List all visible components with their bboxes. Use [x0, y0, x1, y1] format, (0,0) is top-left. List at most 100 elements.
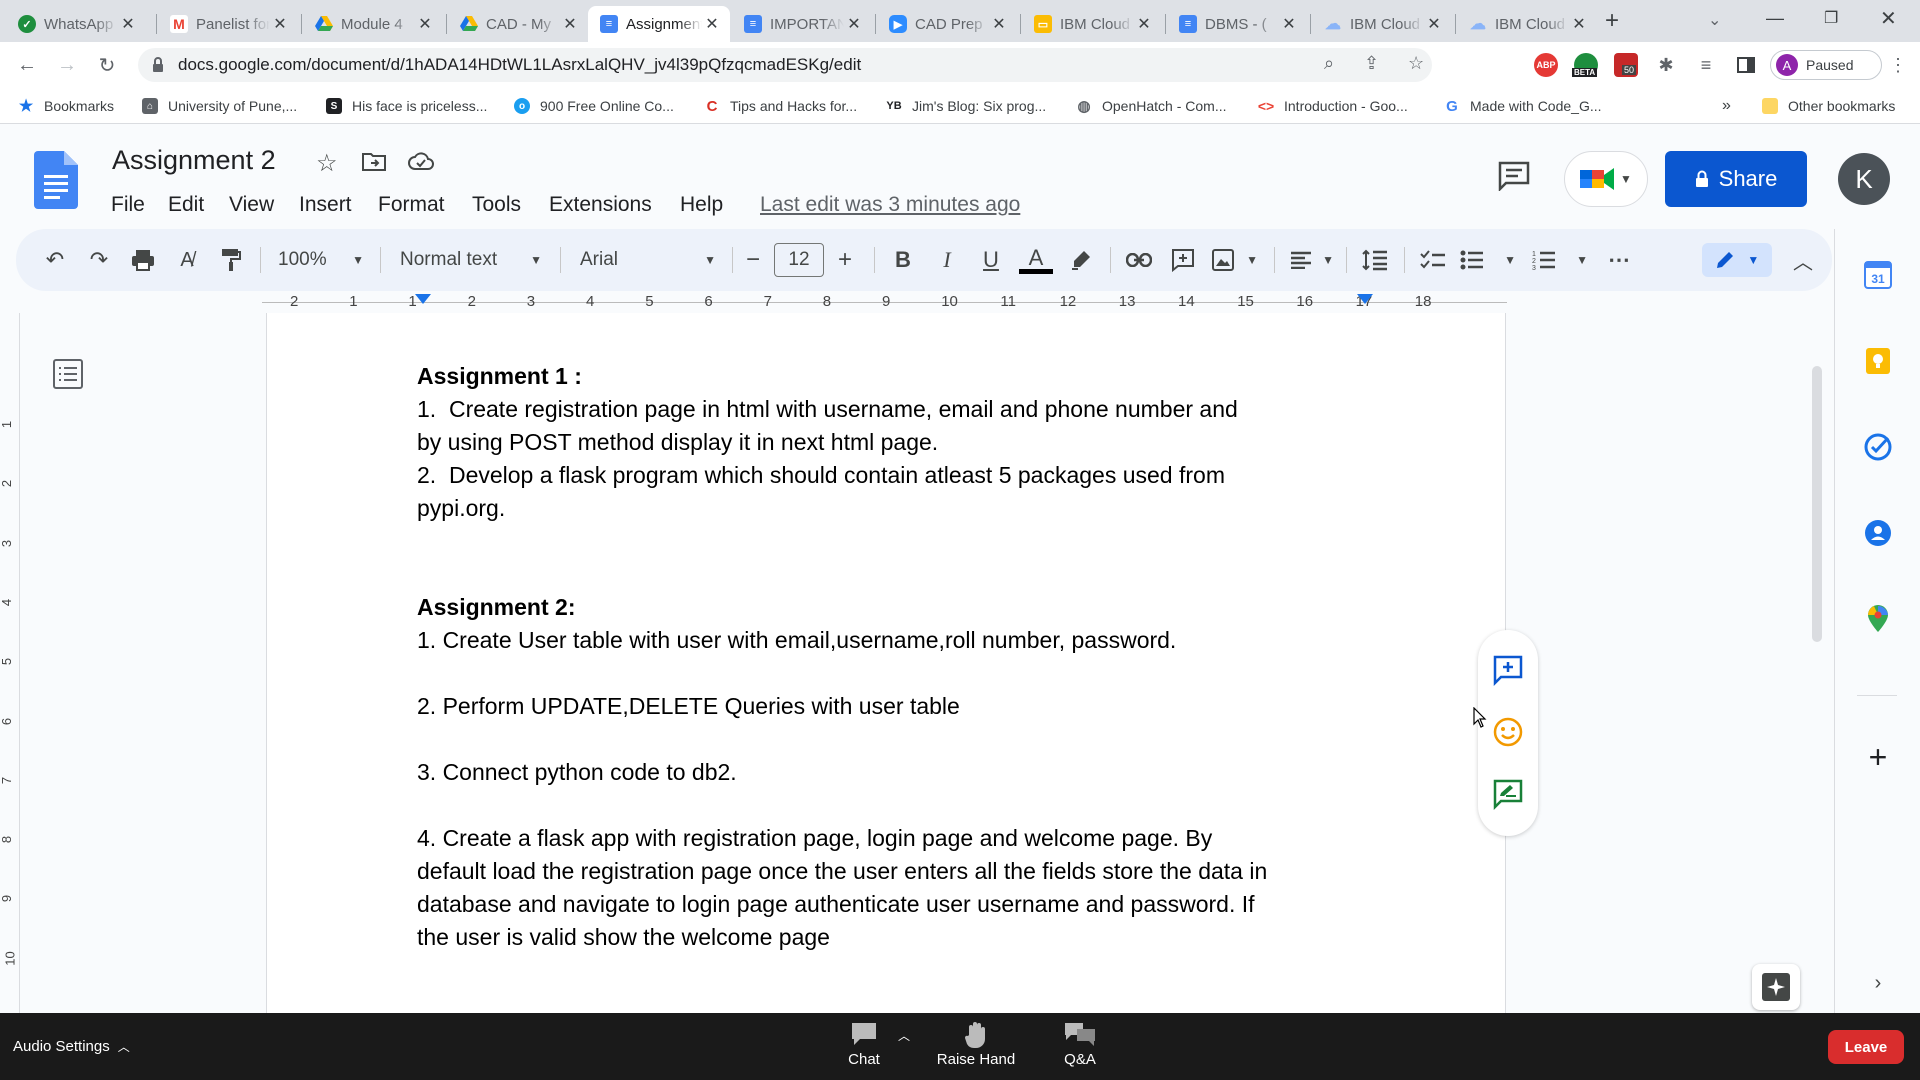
side-panel-icon[interactable]	[1734, 53, 1758, 77]
last-edit-link[interactable]: Last edit was 3 minutes ago	[760, 193, 1020, 217]
tab-ibm-cloud-slides[interactable]: ▭ IBM Cloud ✕	[1022, 6, 1162, 42]
add-comment-icon[interactable]	[1168, 243, 1198, 277]
close-tab-icon[interactable]: ✕	[844, 14, 864, 34]
menu-edit[interactable]: Edit	[168, 193, 204, 217]
undo-icon[interactable]: ↶	[40, 243, 70, 277]
qa-button[interactable]: Q&A	[1060, 1021, 1100, 1068]
align-left-icon[interactable]: ▼	[1290, 243, 1334, 277]
share-button[interactable]: Share	[1665, 151, 1807, 207]
more-bookmarks-chevron-icon[interactable]: »	[1722, 96, 1731, 116]
bookmark-item[interactable]: S His face is priceless...	[326, 96, 487, 116]
google-docs-logo-icon[interactable]	[34, 151, 78, 209]
menu-format[interactable]: Format	[378, 193, 445, 217]
bookmark-item[interactable]: G Made with Code_G...	[1444, 96, 1601, 116]
window-close-button[interactable]: ✕	[1880, 6, 1897, 31]
insert-image-icon[interactable]: ▼	[1212, 243, 1258, 277]
collapse-menus-icon[interactable]: ︿	[1788, 243, 1818, 277]
menu-help[interactable]: Help	[680, 193, 723, 217]
document-body[interactable]: Assignment 1 : 1. Create registration pa…	[417, 360, 1357, 954]
address-bar[interactable]: docs.google.com/document/d/1hADA14HDtWL1…	[138, 48, 1432, 82]
menu-extensions[interactable]: Extensions	[549, 193, 652, 217]
adblock-icon[interactable]: ABP	[1534, 53, 1558, 77]
paragraph-style-select[interactable]: Normal text ▼	[400, 243, 542, 277]
user-avatar[interactable]: K	[1838, 153, 1890, 205]
grammarly-extension-icon[interactable]: BETA	[1572, 53, 1598, 77]
restore-button[interactable]: ❐	[1824, 8, 1838, 28]
right-indent-marker[interactable]	[1357, 294, 1373, 304]
tab-important[interactable]: ≡ IMPORTANT ✕	[732, 6, 872, 42]
explore-button[interactable]	[1752, 964, 1800, 1010]
numbered-list-icon[interactable]: 1 2 3 ▼	[1532, 243, 1588, 277]
new-tab-button[interactable]: +	[1600, 6, 1624, 36]
close-tab-icon[interactable]: ✕	[118, 14, 138, 34]
more-options-icon[interactable]: ⋯	[1604, 243, 1634, 277]
back-button[interactable]: ←	[12, 50, 42, 80]
audio-settings-button[interactable]: Audio Settings ︿	[13, 1038, 130, 1055]
text-color-icon[interactable]: A	[1018, 243, 1054, 277]
chevron-up-icon[interactable]: ︿	[898, 1027, 910, 1044]
checklist-icon[interactable]	[1418, 243, 1448, 277]
tab-ibm-cloud-2[interactable]: ☁ IBM Cloud ✕	[1457, 6, 1597, 42]
tab-cad-prep[interactable]: ▶ CAD Prep ✕	[877, 6, 1017, 42]
bookmark-item[interactable]: o 900 Free Online Co...	[514, 96, 674, 116]
bold-icon[interactable]: B	[888, 243, 918, 277]
bookmark-star-icon[interactable]: ☆	[1408, 53, 1424, 74]
bookmark-item[interactable]: C Tips and Hacks for...	[704, 96, 858, 116]
tab-panelist[interactable]: M Panelist for ✕	[158, 6, 298, 42]
tasks-icon[interactable]	[1864, 433, 1892, 461]
font-select[interactable]: Arial ▼	[580, 243, 716, 277]
left-indent-marker[interactable]	[415, 294, 431, 304]
maps-icon[interactable]	[1864, 605, 1892, 633]
underline-icon[interactable]: U	[976, 243, 1006, 277]
zoom-select[interactable]: 100% ▼	[278, 243, 364, 277]
close-tab-icon[interactable]: ✕	[415, 14, 435, 34]
close-tab-icon[interactable]: ✕	[1424, 14, 1444, 34]
bookmark-item[interactable]: YB Jim's Blog: Six prog...	[886, 96, 1046, 116]
chat-button[interactable]: Chat	[846, 1021, 882, 1068]
menu-view[interactable]: View	[229, 193, 274, 217]
expand-panel-chevron-icon[interactable]: ›	[1864, 969, 1892, 997]
close-tab-icon[interactable]: ✕	[270, 14, 290, 34]
comments-icon[interactable]	[1498, 161, 1530, 191]
minimize-button[interactable]: —	[1766, 8, 1784, 29]
bookmark-item[interactable]: ◍ OpenHatch - Com...	[1076, 96, 1226, 116]
tab-search-icon[interactable]: ⌄	[1708, 10, 1721, 30]
move-folder-icon[interactable]	[362, 151, 386, 171]
close-tab-icon[interactable]: ✕	[560, 14, 580, 34]
chrome-menu-icon[interactable]: ⋮	[1886, 53, 1910, 77]
add-addon-icon[interactable]: +	[1864, 739, 1892, 775]
close-tab-icon[interactable]: ✕	[1134, 14, 1154, 34]
contacts-icon[interactable]	[1864, 519, 1892, 547]
raise-hand-button[interactable]: Raise Hand	[934, 1021, 1018, 1068]
bookmark-item[interactable]: <> Introduction - Goo...	[1258, 96, 1408, 116]
suggest-edits-icon[interactable]	[1492, 778, 1524, 810]
editing-mode-button[interactable]: ▼	[1702, 243, 1772, 277]
redo-icon[interactable]: ↷	[84, 243, 114, 277]
italic-icon[interactable]: I	[932, 243, 962, 277]
leave-button[interactable]: Leave	[1828, 1030, 1904, 1064]
calendar-icon[interactable]: 31	[1864, 261, 1892, 289]
bulleted-list-icon[interactable]: ▼	[1460, 243, 1516, 277]
document-outline-icon[interactable]	[53, 359, 83, 389]
ublock-icon[interactable]: 50	[1614, 53, 1638, 77]
forward-button[interactable]: →	[52, 50, 82, 80]
star-icon[interactable]: ☆	[316, 149, 338, 178]
menu-tools[interactable]: Tools	[472, 193, 521, 217]
document-page[interactable]: Assignment 1 : 1. Create registration pa…	[53, 313, 1506, 1013]
other-bookmarks[interactable]: Other bookmarks	[1762, 96, 1895, 116]
close-tab-icon[interactable]: ✕	[1279, 14, 1299, 34]
zoom-icon[interactable]: ⌕	[1324, 53, 1334, 74]
increase-font-size-button[interactable]: +	[830, 243, 860, 277]
close-tab-icon[interactable]: ✕	[1569, 14, 1589, 34]
line-spacing-icon[interactable]	[1360, 243, 1390, 277]
tab-whatsapp[interactable]: ✓ WhatsApp ✕	[6, 6, 146, 42]
add-comment-icon[interactable]	[1492, 654, 1524, 686]
bookmark-item[interactable]: ⌂ University of Pune,...	[142, 96, 297, 116]
share-page-icon[interactable]: ⇪	[1364, 53, 1379, 74]
highlight-color-icon[interactable]	[1066, 243, 1096, 277]
profile-button[interactable]: A Paused	[1770, 50, 1882, 80]
scrollbar-thumb[interactable]	[1812, 366, 1822, 642]
insert-link-icon[interactable]	[1124, 243, 1154, 277]
menu-insert[interactable]: Insert	[299, 193, 352, 217]
document-title[interactable]: Assignment 2	[112, 145, 276, 176]
